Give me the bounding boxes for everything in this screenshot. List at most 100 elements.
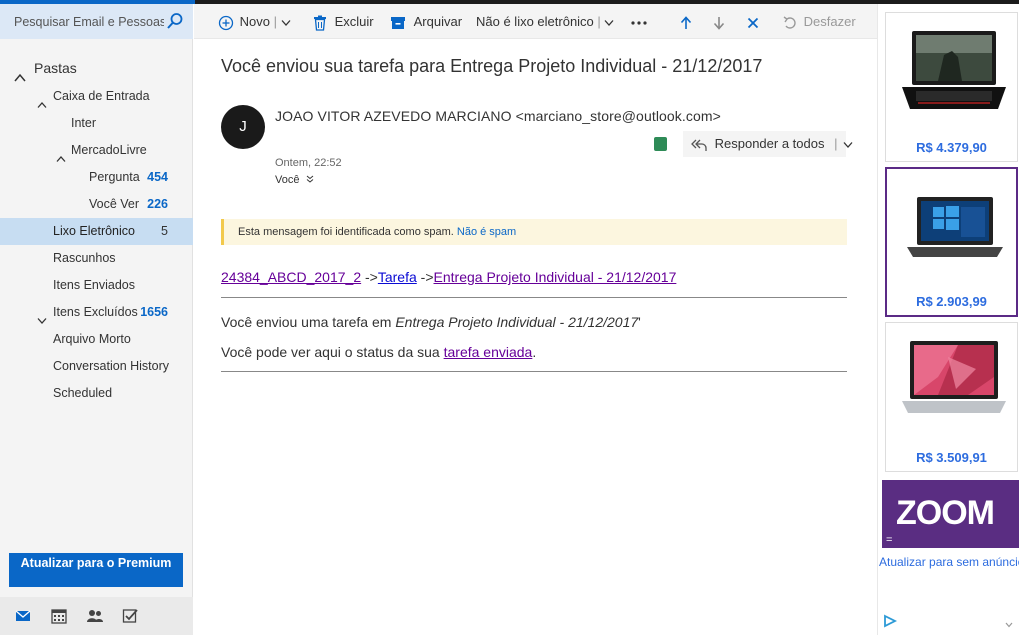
recipients[interactable]: Você [275,174,314,186]
more-actions-button[interactable] [630,4,648,39]
chevron-down-icon[interactable] [843,141,853,149]
previous-message-button[interactable] [680,4,692,39]
body-text: Você enviou uma tarefa em [221,314,396,330]
folder-deleted[interactable]: Itens Excluídos 1656 [0,299,193,326]
search-icon[interactable] [166,12,184,30]
folder-label: MercadoLivre [71,143,147,157]
folder-label: Arquivo Morto [53,332,131,346]
ad-card[interactable]: R$ 4.379,90 [885,12,1018,162]
ad-card[interactable]: R$ 3.509,91 [885,322,1018,472]
double-chevron-down-icon [306,175,313,183]
folder-inbox[interactable]: Caixa de Entrada [0,83,193,110]
pink-laptop-image [902,341,1006,413]
delete-button-label: Excluir [334,14,374,29]
archive-button[interactable]: Arquivar [390,4,462,39]
reply-all-button[interactable]: Responder a todos | [683,131,853,157]
delete-button[interactable]: Excluir [313,4,374,39]
task-link[interactable]: Tarefa [378,269,417,285]
not-spam-link[interactable]: Não é spam [457,226,516,238]
unread-count: 5 [161,224,168,238]
folder-pane: Pastas Caixa de Entrada Inter MercadoLiv… [0,4,193,635]
folders-header-label: Pastas [34,60,77,76]
folder-inter[interactable]: Inter [0,110,193,137]
course-link[interactable]: 24384_ABCD_2017_2 [221,269,361,285]
calendar-icon[interactable] [50,607,68,625]
folder-scheduled[interactable]: Scheduled [0,380,193,407]
remove-ads-link[interactable]: Atualizar para sem anúncios [879,555,1019,569]
module-switcher [0,597,193,635]
folder-label: Caixa de Entrada [53,89,150,103]
undo-button-label: Desfazer [803,14,856,29]
archive-button-label: Arquivar [413,14,463,29]
chevron-up-icon[interactable] [56,146,66,162]
folders-header[interactable]: Pastas [0,53,193,83]
equals-icon: = [886,534,893,546]
category-tag-icon[interactable] [654,137,667,151]
search-input[interactable] [14,12,164,32]
ad-price: R$ 4.379,90 [916,140,987,155]
assignment-name: Entrega Projeto Individual - 21/12/2017 [395,314,639,330]
ad-card[interactable]: R$ 2.903,99 [885,167,1018,317]
unread-count: 226 [147,197,168,211]
chevron-up-icon[interactable] [37,92,47,108]
scroll-down-icon[interactable] [1005,622,1013,628]
spam-notice-text: Esta mensagem foi identificada como spam… [238,226,454,238]
folder-label: Conversation History [53,359,170,373]
folder-drafts[interactable]: Rascunhos [0,245,193,272]
chevron-down-icon[interactable] [281,19,291,27]
close-button[interactable] [747,4,759,39]
not-junk-button[interactable]: Não é lixo eletrônico | [476,4,614,39]
upgrade-premium-button[interactable]: Atualizar para o Premium [9,553,183,587]
folder-list: Pastas Caixa de Entrada Inter MercadoLiv… [0,56,193,407]
folder-label: Scheduled [53,386,113,400]
divider [221,371,847,372]
plus-circle-icon [218,15,234,30]
new-button[interactable]: Novo | [218,4,291,39]
folder-label: Pergunta [89,170,140,184]
archive-icon [391,16,405,29]
folder-label: Itens Excluídos [53,305,138,319]
avatar[interactable]: J [221,105,265,149]
spam-notice: Esta mensagem foi identificada como spam… [221,219,847,245]
body-text: . [532,344,537,360]
reply-all-label: Responder a todos [714,136,825,151]
recipient-label: Você [275,174,300,186]
zoom-logo: ZOOM [896,494,995,532]
tasks-icon[interactable] [121,607,139,625]
folder-conversation-history[interactable]: Conversation History [0,353,193,380]
folder-mercadolivre[interactable]: MercadoLivre [0,137,193,164]
folder-sent[interactable]: Itens Enviados [0,272,193,299]
divider: | [273,14,277,29]
submitted-task-link[interactable]: tarefa enviada [444,344,533,360]
mail-icon[interactable] [14,607,32,625]
arrow-down-icon [713,16,725,30]
zoom-banner-ad[interactable]: ZOOM = [882,480,1019,548]
undo-button[interactable]: Desfazer [783,4,856,39]
chevron-down-icon[interactable] [604,19,614,27]
adchoices-icon[interactable] [883,614,898,628]
chevron-down-icon[interactable] [37,308,47,324]
body-line-1: Você enviou uma tarefa em Entrega Projet… [221,314,641,330]
folder-archive[interactable]: Arquivo Morto [0,326,193,353]
sender-name[interactable]: JOAO VITOR AZEVEDO MARCIANO <marciano_st… [275,108,721,124]
folder-voce-ver[interactable]: Você Ver 226 [0,191,193,218]
message-date: Ontem, 22:52 [275,157,342,169]
next-message-button[interactable] [713,4,725,39]
message-subject: Você enviou sua tarefa para Entrega Proj… [221,56,763,76]
assignment-link[interactable]: Entrega Projeto Individual - 21/12/2017 [434,269,677,285]
folder-label: Você Ver [89,197,140,211]
folder-junk[interactable]: Lixo Eletrônico 5 [0,218,193,245]
folder-pergunta[interactable]: Pergunta 454 [0,164,193,191]
body-line-2: Você pode ver aqui o status da sua taref… [221,344,536,360]
breadcrumb: 24384_ABCD_2017_2 ->Tarefa ->Entrega Pro… [221,269,676,285]
not-junk-button-label: Não é lixo eletrônico [476,14,594,29]
ad-pane: R$ 4.379,90 R$ 2.903,99 R$ 3.509,91 ZOOM… [877,4,1019,635]
people-icon[interactable] [86,607,104,625]
chevron-up-icon[interactable] [14,63,26,82]
gaming-laptop-image [902,31,1006,109]
arrow-up-icon [680,15,692,29]
undo-icon [783,15,796,29]
folder-label: Rascunhos [53,251,116,265]
breadcrumb-separator: -> [416,269,434,285]
new-button-label: Novo [239,14,270,29]
